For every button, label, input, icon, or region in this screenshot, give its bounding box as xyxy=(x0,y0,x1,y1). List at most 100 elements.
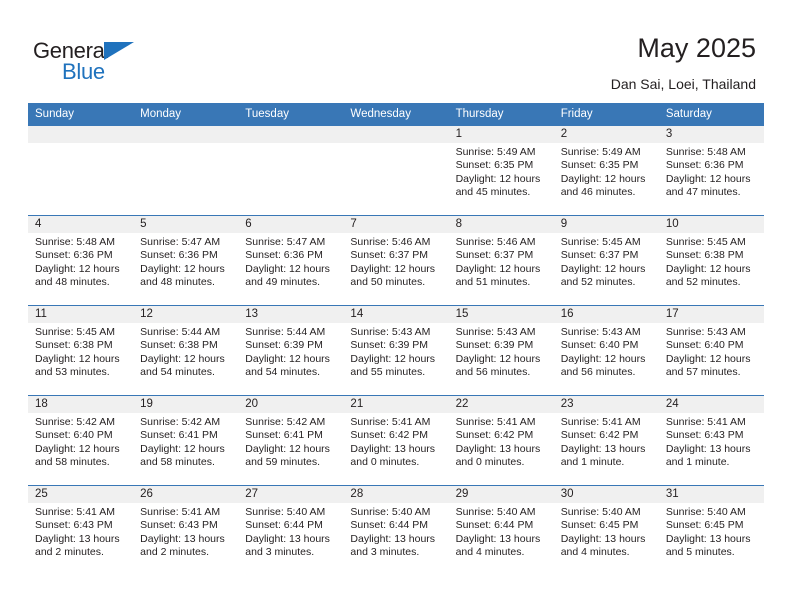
daylight-duration-line2: and 56 minutes. xyxy=(560,366,636,379)
sunrise-sunset-calendar-table: Sunday Monday Tuesday Wednesday Thursday… xyxy=(28,103,764,575)
calendar-day-cell[interactable]: 27 Sunrise: 5:40 AM Sunset: 6:44 PM Dayligh… xyxy=(238,485,344,575)
calendar-day-cell[interactable]: 31 Sunrise: 5:40 AM Sunset: 6:45 PM Dayligh… xyxy=(658,485,764,575)
calendar-day-cell[interactable]: 15 Sunrise: 5:43 AM Sunset: 6:39 PM Dayligh… xyxy=(448,305,554,396)
day-number: 3 xyxy=(658,126,764,143)
daylight-duration-line1: Daylight: 13 hours xyxy=(35,532,120,545)
calendar-day-cell[interactable]: 30 Sunrise: 5:40 AM Sunset: 6:45 PM Dayligh… xyxy=(553,485,659,575)
daylight-duration-line2: and 54 minutes. xyxy=(140,366,215,379)
calendar-day-cell[interactable]: 4 Sunrise: 5:48 AM Sunset: 6:36 PM Daylight… xyxy=(28,215,134,306)
daylight-duration-line1: Daylight: 12 hours xyxy=(455,352,541,365)
sunset-time: Sunset: 6:41 PM xyxy=(245,429,323,442)
day-number: 22 xyxy=(448,396,554,413)
day-number: 20 xyxy=(238,396,344,413)
daylight-duration-line1: Daylight: 13 hours xyxy=(350,442,436,455)
calendar-day-cell[interactable]: 2 Sunrise: 5:49 AM Sunset: 6:35 PM Daylight… xyxy=(553,125,659,216)
sunset-time: Sunset: 6:43 PM xyxy=(140,519,218,532)
page-title: May 2025 xyxy=(637,33,756,63)
daylight-duration-line2: and 2 minutes. xyxy=(140,546,210,559)
sunset-time: Sunset: 6:36 PM xyxy=(35,249,113,262)
daylight-duration-line1: Daylight: 12 hours xyxy=(35,352,120,365)
day-details: Sunrise: 5:42 AM Sunset: 6:41 PM Daylight:… xyxy=(133,413,238,470)
sunrise-time: Sunrise: 5:43 AM xyxy=(665,326,746,338)
calendar-day-cell[interactable]: 5 Sunrise: 5:47 AM Sunset: 6:36 PM Daylight… xyxy=(133,215,239,306)
daylight-duration-line2: and 58 minutes. xyxy=(35,456,110,469)
daylight-duration-line1: Daylight: 13 hours xyxy=(665,532,751,545)
weekday-header-sunday: Sunday xyxy=(28,103,134,126)
day-details: Sunrise: 5:48 AM Sunset: 6:36 PM Daylight:… xyxy=(659,143,764,200)
calendar-day-cell[interactable]: 29 Sunrise: 5:40 AM Sunset: 6:44 PM Dayligh… xyxy=(448,485,554,575)
calendar-day-cell[interactable]: 17 Sunrise: 5:43 AM Sunset: 6:40 PM Dayligh… xyxy=(658,305,764,396)
calendar-day-cell[interactable]: 18 Sunrise: 5:42 AM Sunset: 6:40 PM Dayligh… xyxy=(28,395,134,486)
day-number: 26 xyxy=(133,486,239,503)
sunset-time: Sunset: 6:38 PM xyxy=(35,339,113,352)
day-number: 4 xyxy=(28,216,134,233)
daylight-duration-line2: and 0 minutes. xyxy=(350,456,420,469)
calendar-day-cell[interactable]: 23 Sunrise: 5:41 AM Sunset: 6:42 PM Dayligh… xyxy=(553,395,659,486)
calendar-day-cell[interactable]: 13 Sunrise: 5:44 AM Sunset: 6:39 PM Dayligh… xyxy=(238,305,344,396)
sunrise-time: Sunrise: 5:49 AM xyxy=(455,146,536,158)
sunrise-time: Sunrise: 5:47 AM xyxy=(245,236,326,248)
daylight-duration-line2: and 54 minutes. xyxy=(245,366,320,379)
day-details: Sunrise: 5:41 AM Sunset: 6:43 PM Daylight:… xyxy=(659,413,764,470)
day-number: 23 xyxy=(553,396,659,413)
weekday-header-tuesday: Tuesday xyxy=(238,103,344,126)
calendar-day-cell[interactable]: 3 Sunrise: 5:48 AM Sunset: 6:36 PM Daylight… xyxy=(658,125,764,216)
daylight-duration-line1: Daylight: 12 hours xyxy=(140,352,225,365)
calendar-day-cell[interactable]: 1 Sunrise: 5:49 AM Sunset: 6:35 PM Daylight… xyxy=(448,125,554,216)
day-number: 12 xyxy=(133,306,239,323)
calendar-day-cell[interactable]: 9 Sunrise: 5:45 AM Sunset: 6:37 PM Daylight… xyxy=(553,215,659,306)
sunrise-time: Sunrise: 5:41 AM xyxy=(455,416,536,428)
day-number: 11 xyxy=(28,306,134,323)
daylight-duration-line2: and 59 minutes. xyxy=(245,456,320,469)
day-number: 29 xyxy=(448,486,554,503)
day-number: 27 xyxy=(238,486,344,503)
daylight-duration-line2: and 2 minutes. xyxy=(35,546,104,559)
calendar-week-row: 1 Sunrise: 5:49 AM Sunset: 6:35 PM Daylight… xyxy=(28,125,764,216)
day-number: 9 xyxy=(553,216,659,233)
calendar-day-cell[interactable]: 16 Sunrise: 5:43 AM Sunset: 6:40 PM Dayligh… xyxy=(553,305,659,396)
calendar-day-cell[interactable]: 24 Sunrise: 5:41 AM Sunset: 6:43 PM Dayligh… xyxy=(658,395,764,486)
calendar-day-cell[interactable]: 20 Sunrise: 5:42 AM Sunset: 6:41 PM Dayligh… xyxy=(238,395,344,486)
calendar-day-cell[interactable]: 22 Sunrise: 5:41 AM Sunset: 6:42 PM Dayligh… xyxy=(448,395,554,486)
calendar-day-cell[interactable]: 14 Sunrise: 5:43 AM Sunset: 6:39 PM Dayligh… xyxy=(343,305,449,396)
daylight-duration-line1: Daylight: 12 hours xyxy=(245,352,330,365)
calendar-day-cell[interactable]: 28 Sunrise: 5:40 AM Sunset: 6:44 PM Dayligh… xyxy=(343,485,449,575)
daylight-duration-line2: and 52 minutes. xyxy=(560,276,636,289)
sunrise-time: Sunrise: 5:45 AM xyxy=(665,236,746,248)
calendar-day-cell[interactable]: 21 Sunrise: 5:41 AM Sunset: 6:42 PM Dayligh… xyxy=(343,395,449,486)
calendar-day-cell[interactable]: 11 Sunrise: 5:45 AM Sunset: 6:38 PM Dayligh… xyxy=(28,305,134,396)
sunrise-time: Sunrise: 5:45 AM xyxy=(35,326,115,338)
calendar-week-row: 11 Sunrise: 5:45 AM Sunset: 6:38 PM Dayligh… xyxy=(28,305,764,396)
day-number: 18 xyxy=(28,396,134,413)
day-number: 15 xyxy=(448,306,554,323)
day-number: 25 xyxy=(28,486,134,503)
calendar-day-cell[interactable]: 12 Sunrise: 5:44 AM Sunset: 6:38 PM Dayligh… xyxy=(133,305,239,396)
sunset-time: Sunset: 6:40 PM xyxy=(560,339,639,352)
general-blue-logo[interactable]: General Blue xyxy=(33,38,153,84)
calendar-day-cell[interactable]: 26 Sunrise: 5:41 AM Sunset: 6:43 PM Dayligh… xyxy=(133,485,239,575)
sunrise-time: Sunrise: 5:43 AM xyxy=(455,326,536,338)
calendar-day-cell[interactable]: 10 Sunrise: 5:45 AM Sunset: 6:38 PM Dayligh… xyxy=(658,215,764,306)
sunset-time: Sunset: 6:44 PM xyxy=(350,519,429,532)
daylight-duration-line1: Daylight: 12 hours xyxy=(140,262,225,275)
calendar-day-cell[interactable]: 7 Sunrise: 5:46 AM Sunset: 6:37 PM Daylight… xyxy=(343,215,449,306)
daylight-duration-line1: Daylight: 13 hours xyxy=(350,532,436,545)
day-details: Sunrise: 5:46 AM Sunset: 6:37 PM Daylight:… xyxy=(343,233,448,290)
calendar-day-cell[interactable]: 8 Sunrise: 5:46 AM Sunset: 6:37 PM Daylight… xyxy=(448,215,554,306)
daylight-duration-line2: and 57 minutes. xyxy=(665,366,741,379)
weekday-header-friday: Friday xyxy=(553,103,659,126)
sunset-time: Sunset: 6:45 PM xyxy=(665,519,744,532)
daylight-duration-line2: and 3 minutes. xyxy=(350,546,420,559)
sunrise-time: Sunrise: 5:44 AM xyxy=(140,326,221,338)
calendar-day-cell-empty xyxy=(343,125,449,216)
calendar-day-cell[interactable]: 19 Sunrise: 5:42 AM Sunset: 6:41 PM Dayligh… xyxy=(133,395,239,486)
daylight-duration-line1: Daylight: 13 hours xyxy=(560,532,646,545)
daylight-duration-line2: and 3 minutes. xyxy=(245,546,315,559)
day-number xyxy=(133,126,239,143)
sunset-time: Sunset: 6:40 PM xyxy=(665,339,744,352)
calendar-day-cell[interactable]: 6 Sunrise: 5:47 AM Sunset: 6:36 PM Daylight… xyxy=(238,215,344,306)
sunset-time: Sunset: 6:37 PM xyxy=(350,249,429,262)
calendar-day-cell[interactable]: 25 Sunrise: 5:41 AM Sunset: 6:43 PM Dayligh… xyxy=(28,485,134,575)
sunset-time: Sunset: 6:37 PM xyxy=(455,249,534,262)
day-number xyxy=(28,126,134,143)
